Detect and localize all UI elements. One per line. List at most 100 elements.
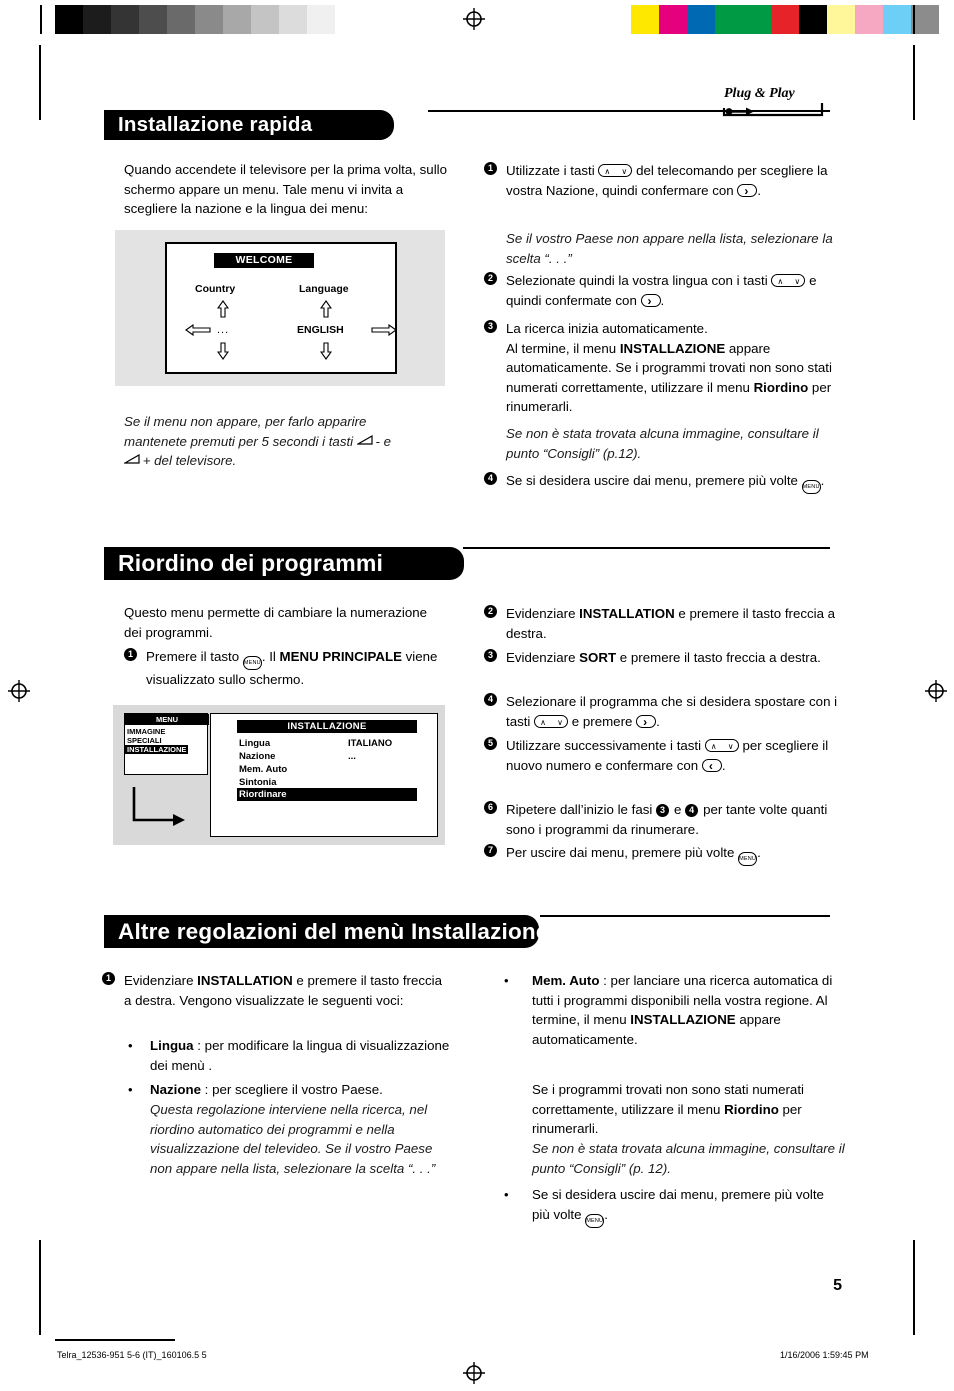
step-number: 4 xyxy=(484,693,497,706)
svg-text:Plug & Play: Plug & Play xyxy=(724,86,796,101)
bullet-dot: • xyxy=(128,1082,133,1097)
section2-step-2: 2 Evidenziare INSTALLATION e premere il … xyxy=(484,604,851,643)
section2-step-6: 6 Ripetere dall’inizio le fasi 3e 4 per t… xyxy=(484,800,851,839)
edge-tick-left xyxy=(40,5,42,34)
bold-installation: INSTALLATION xyxy=(197,973,293,988)
right-key-icon xyxy=(737,182,758,201)
section2-step-3: 3 Evidenziare SORT e premere il tasto fr… xyxy=(484,648,851,668)
section2-step-1: 1 Premere il tasto MENU. Il MENU PRINCIP… xyxy=(124,647,456,690)
up-down-key-icon: ∧ ∨ xyxy=(598,164,633,177)
bullet-dot: • xyxy=(504,1187,509,1202)
inst-row-riordinare[interactable]: Riordinare xyxy=(237,788,417,801)
bullet-dot: • xyxy=(128,1038,133,1053)
step-number: 1 xyxy=(102,972,115,985)
plug-and-play-logo: Plug & Play xyxy=(722,84,842,118)
arrow-left-icon xyxy=(185,323,211,337)
section3-mem-auto-note: Se non è stata trovata alcuna immagine, … xyxy=(532,1141,845,1176)
registration-target-right xyxy=(925,680,947,702)
inst-row-nazione[interactable]: Nazione xyxy=(239,751,275,763)
welcome-country-label: Country xyxy=(195,283,236,295)
inst-row-mem-auto[interactable]: Mem. Auto xyxy=(239,764,287,776)
up-down-key-icon: ∧ ∨ xyxy=(771,274,806,287)
registration-target-left xyxy=(8,680,30,702)
section2-step-4: 4 Selezionare il programma che si deside… xyxy=(484,692,851,732)
left-key-icon xyxy=(701,757,722,776)
step-number: 2 xyxy=(484,605,497,618)
section3-step-1: 1 Evidenziare INSTALLATION e premere il … xyxy=(102,971,449,1010)
section1-step-3: 3 La ricerca inizia automaticamente. Al … xyxy=(484,319,851,417)
welcome-language-value: ENGLISH xyxy=(297,324,344,336)
arrow-up-icon-country xyxy=(216,300,230,318)
page-number: 5 xyxy=(833,1277,842,1294)
arrow-up-icon-language xyxy=(319,300,333,318)
registration-target-bottom xyxy=(463,1362,485,1384)
step-number: 1 xyxy=(124,648,137,661)
arrow-down-icon-country xyxy=(216,342,230,360)
registration-target-top xyxy=(463,8,485,30)
color-swatches xyxy=(603,5,939,34)
section3-bullet-nazione: • Nazione : per scegliere il vostro Paes… xyxy=(128,1080,450,1100)
bold-installazione: INSTALLAZIONE xyxy=(619,340,726,356)
arrow-right-icon xyxy=(371,323,397,337)
up-down-key-icon: ∧ ∨ xyxy=(534,714,569,728)
arrow-down-icon-language xyxy=(319,342,333,360)
main-menu-title: MENU xyxy=(125,714,209,725)
step-text: Se si desidera uscire dai menu, premere … xyxy=(506,473,824,494)
footer-rule xyxy=(55,1339,175,1341)
bullet-text: : per modificare la lingua di visualizza… xyxy=(150,1038,450,1073)
menu-key-icon: MENU xyxy=(242,656,262,670)
section1-step-1: 1 Utilizzate i tasti ∧ ∨ del telecomando … xyxy=(484,161,851,201)
step-text: Ripetere dall’inizio le fasi 3e 4 per tan… xyxy=(506,802,828,837)
volume-minus-icon xyxy=(355,433,373,445)
step-text: Selezionate quindi la vostra lingua con … xyxy=(506,273,816,311)
bullet-dot: • xyxy=(504,973,509,988)
section-title-altre-regolazioni: Altre regolazioni del menù Installazione xyxy=(104,915,548,948)
trim-rule-left-top xyxy=(39,45,41,120)
inst-row-lingua[interactable]: Lingua xyxy=(239,738,270,750)
welcome-language-label: Language xyxy=(299,283,349,295)
manual-page: Installazione rapida Plug & Play Quando … xyxy=(0,0,954,1391)
up-down-key-icon: ∧ ∨ xyxy=(704,739,739,752)
menu-item-speciali[interactable]: SPECIALI xyxy=(127,736,162,745)
section3-bullet-mem-auto: • Mem. Auto : per lanciare una ricerca a… xyxy=(504,971,850,1049)
step-text: La ricerca inizia automaticamente. Al te… xyxy=(506,321,832,414)
step-number: 1 xyxy=(484,162,497,175)
step-number: 3 xyxy=(484,320,497,333)
right-key-icon xyxy=(640,292,661,311)
right-key-icon xyxy=(636,713,657,732)
footer-timestamp: 1/16/2006 1:59:45 PM xyxy=(780,1350,869,1360)
bold-menu-principale: MENU PRINCIPALE xyxy=(279,649,402,664)
section3-bullet-lingua: • Lingua : per modificare la lingua di v… xyxy=(128,1036,450,1075)
step-number: 7 xyxy=(484,844,497,857)
step-ref-3: 3 xyxy=(656,804,670,817)
section-title-installazione-rapida: Installazione rapida xyxy=(104,110,394,140)
step-number: 3 xyxy=(484,649,497,662)
step-number: 5 xyxy=(484,737,497,750)
welcome-screen-illustration: WELCOME Country Language ... ENGLISH xyxy=(115,230,445,386)
menu-item-installazione[interactable]: INSTALLAZIONE xyxy=(125,745,189,754)
welcome-country-value: ... xyxy=(217,324,230,336)
section2-step-7: 7 Per uscire dai menu, premere più volte… xyxy=(484,843,851,866)
bold-riordino: Riordino xyxy=(724,1101,779,1117)
inst-value-lingua: ITALIANO xyxy=(348,738,393,749)
bold-sort: SORT xyxy=(579,650,617,665)
section3-bullet-exit: • Se si desidera uscire dai menu, premer… xyxy=(504,1185,832,1228)
section2-step-5: 5 Utilizzare successivamente i tasti ∧ ∨ … xyxy=(484,736,851,776)
bold-mem-auto: Mem. Auto xyxy=(532,973,600,988)
bullet-text: : per scegliere il vostro Paese. xyxy=(200,1082,383,1097)
bold-installazione: INSTALLAZIONE xyxy=(630,1012,736,1027)
step-text: Per uscire dai menu, premere più volte M… xyxy=(506,845,761,866)
step-number: 4 xyxy=(484,472,497,485)
bold-lingua: Lingua xyxy=(150,1038,194,1053)
step-ref-4: 4 xyxy=(685,804,699,817)
menu-item-immagine[interactable]: IMMAGINE xyxy=(127,727,165,736)
step-number: 6 xyxy=(484,801,497,814)
edge-tick-right xyxy=(913,5,915,34)
bold-nazione: Nazione xyxy=(150,1082,201,1097)
step-text: Premere il tasto MENU. Il MENU PRINCIPAL… xyxy=(146,649,438,687)
volume-plus-icon xyxy=(122,452,140,464)
trim-rule-left-bottom xyxy=(39,1240,41,1335)
menu-key-icon: MENU xyxy=(801,480,821,494)
installation-panel-title: INSTALLAZIONE xyxy=(237,720,417,733)
main-menu-box: MENU IMMAGINE SPECIALI INSTALLAZIONE xyxy=(124,713,209,775)
